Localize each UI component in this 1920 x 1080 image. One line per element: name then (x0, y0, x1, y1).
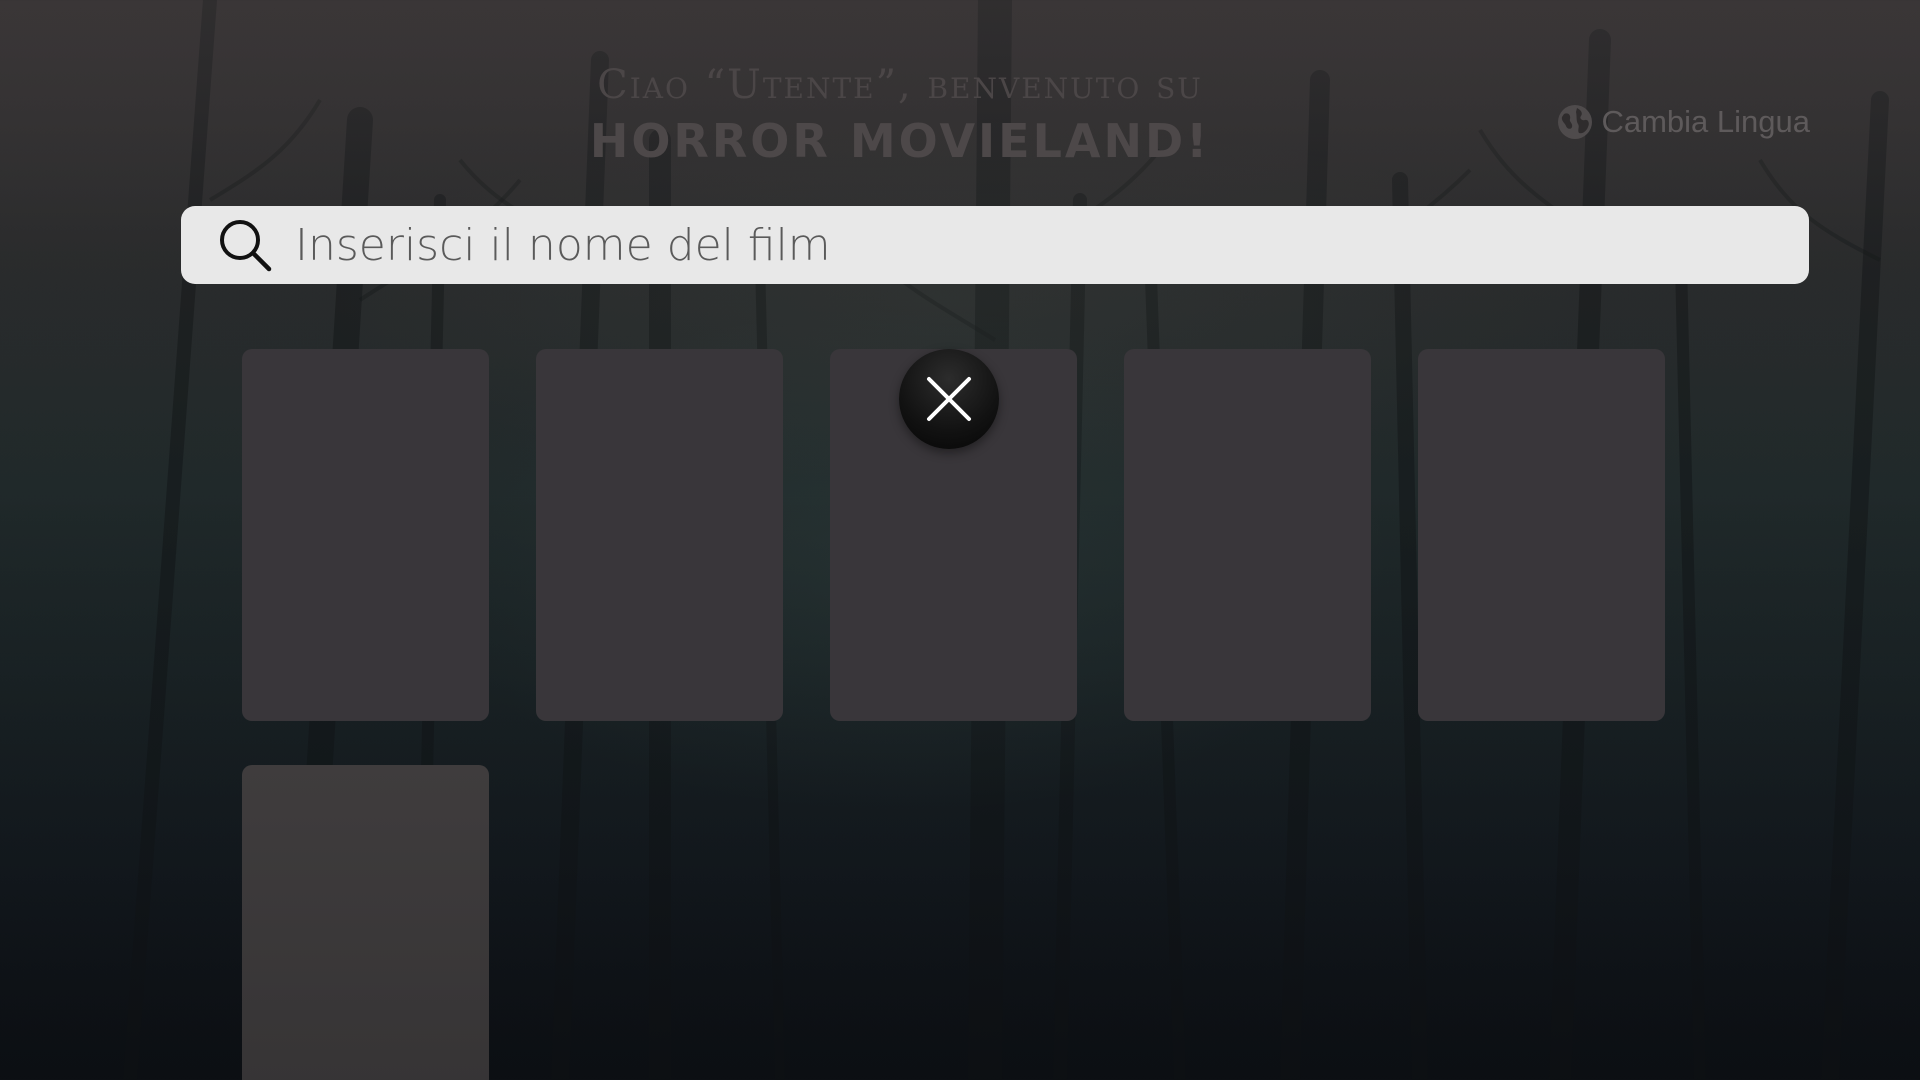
site-title: HORROR MOVIELAND! (589, 114, 1211, 168)
movie-grid (242, 349, 1742, 1080)
close-icon (927, 377, 971, 421)
movie-card[interactable] (1124, 349, 1371, 721)
search-bar[interactable] (181, 206, 1809, 284)
close-button[interactable] (899, 349, 999, 449)
movie-card[interactable] (536, 349, 783, 721)
page-header: Ciao “Utente”, benvenuto su HORROR MOVIE… (0, 0, 1920, 200)
movie-card[interactable] (1418, 349, 1665, 721)
movie-card[interactable] (242, 349, 489, 721)
globe-icon (1558, 105, 1593, 139)
search-input[interactable] (295, 206, 1809, 284)
welcome-greeting: Ciao “Utente”, benvenuto su (597, 62, 1203, 108)
movie-card[interactable] (242, 765, 489, 1080)
change-language-button[interactable]: Cambia Lingua (1555, 102, 1810, 142)
change-language-label: Cambia Lingua (1601, 104, 1810, 139)
search-icon (220, 220, 272, 272)
